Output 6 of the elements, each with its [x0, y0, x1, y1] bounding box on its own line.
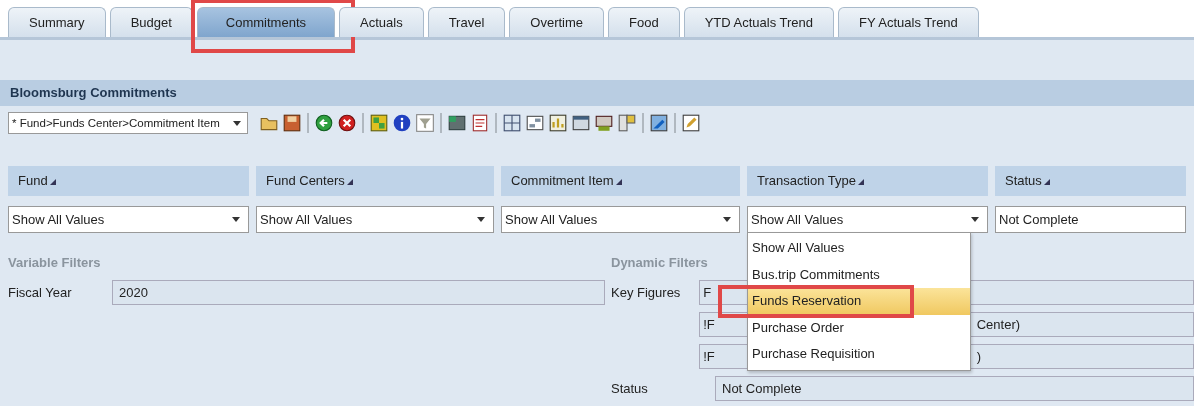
section-title: Dynamic Filters — [611, 255, 708, 272]
field-label: Status — [611, 381, 649, 396]
field-label: Key Figures — [611, 285, 682, 300]
field-label: Fiscal Year — [8, 285, 73, 300]
section-title: Variable Filters — [8, 255, 101, 272]
panel-title: Bloomsburg Commitments — [0, 80, 1194, 106]
